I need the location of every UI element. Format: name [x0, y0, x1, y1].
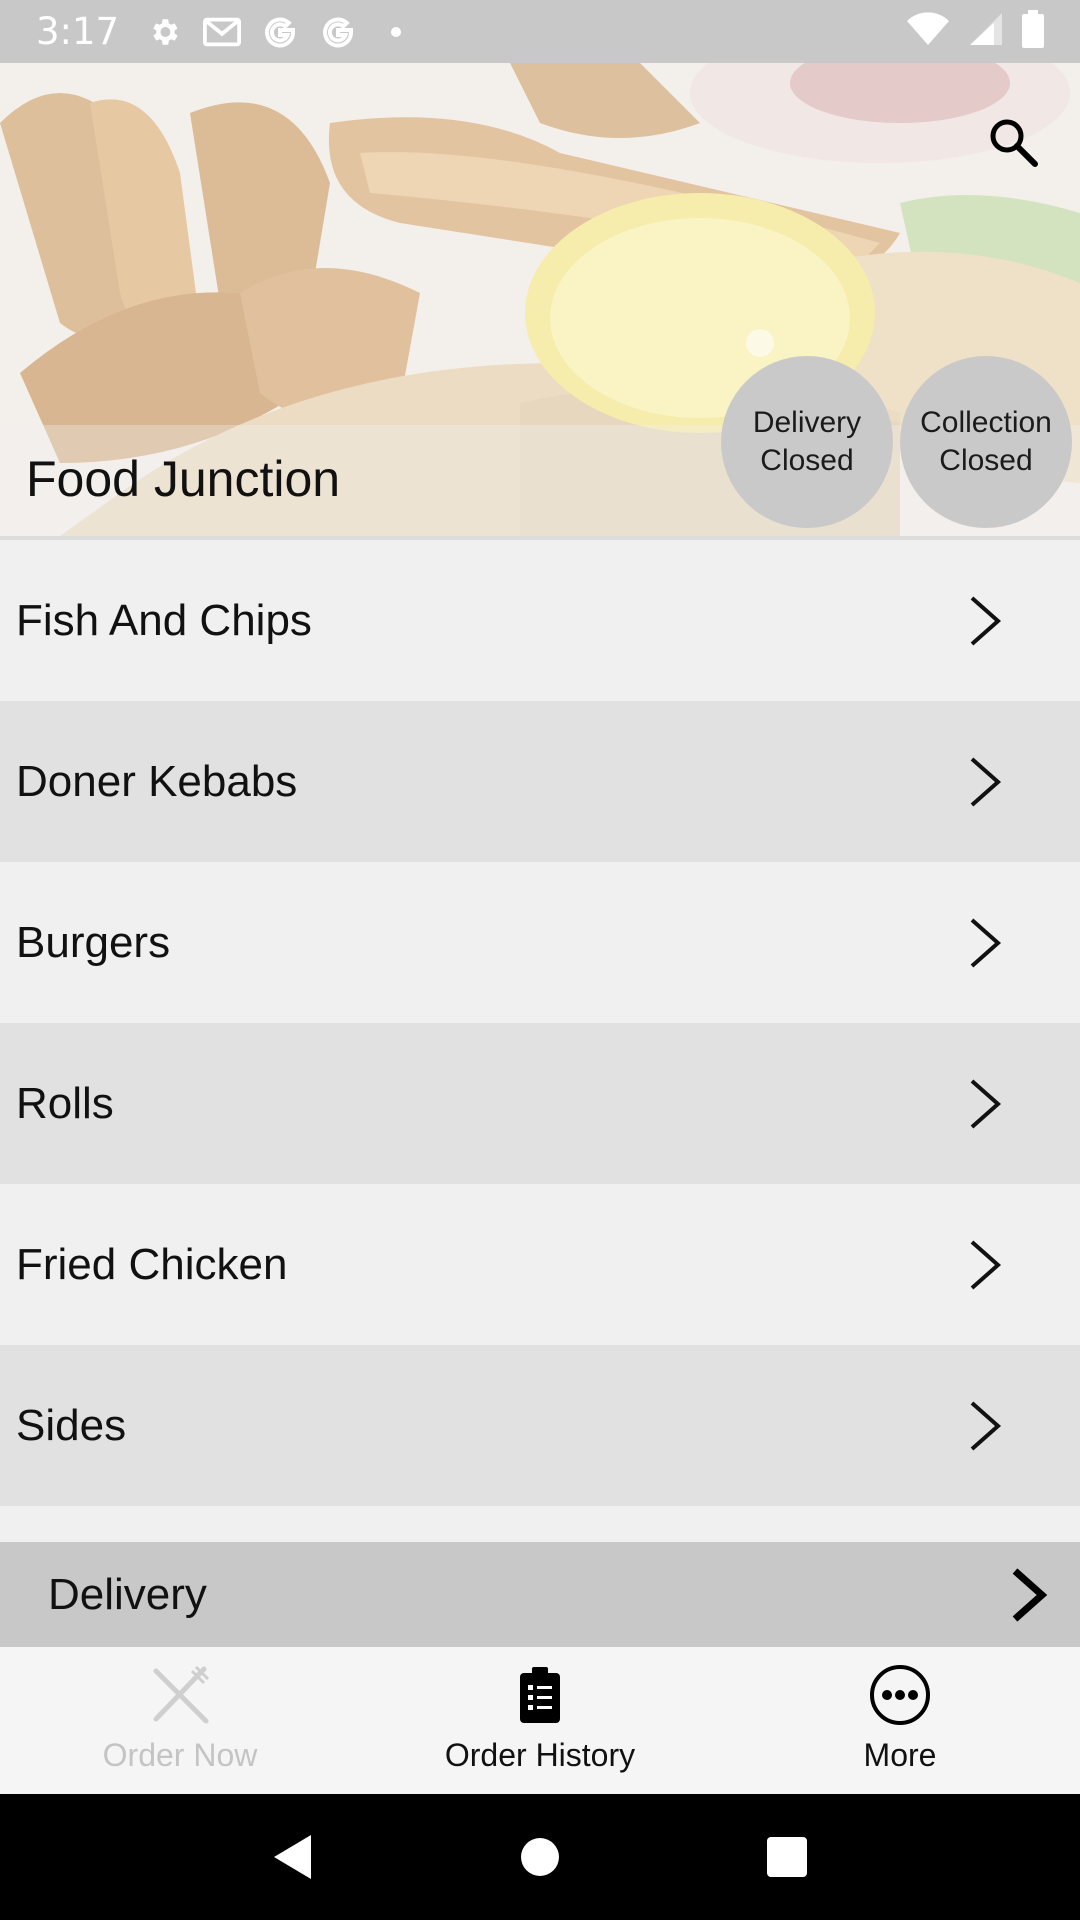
more-dots-icon	[868, 1663, 932, 1727]
delivery-status-line2: Closed	[760, 444, 854, 477]
cutlery-icon	[148, 1663, 212, 1727]
menu-category-label: Sides	[16, 1400, 127, 1450]
delivery-bar-label: Delivery	[48, 1569, 207, 1619]
nav-more[interactable]: More	[720, 1647, 1080, 1794]
menu-category-label: Rolls	[16, 1078, 114, 1128]
dot-icon	[377, 13, 415, 51]
recents-icon[interactable]	[757, 1827, 817, 1887]
nav-order-now-label: Order Now	[102, 1737, 258, 1773]
signal-icon	[968, 11, 1004, 52]
clipboard-list-icon	[508, 1663, 572, 1727]
chevron-right-icon	[970, 757, 1002, 806]
status-time: 3:17	[36, 10, 120, 53]
home-icon[interactable]	[510, 1827, 570, 1887]
chevron-right-icon	[970, 1401, 1002, 1450]
delivery-status-badge: Delivery Closed	[721, 356, 893, 528]
menu-category-burgers[interactable]: Burgers	[0, 862, 1080, 1023]
nav-order-history-label: Order History	[444, 1737, 636, 1773]
status-bar: 3:17	[0, 0, 1080, 63]
nav-more-label: More	[863, 1737, 937, 1773]
restaurant-name: Food Junction	[26, 451, 341, 507]
nav-order-now[interactable]: Order Now	[0, 1647, 360, 1794]
status-icons-right	[906, 10, 1044, 53]
chevron-right-icon	[970, 1240, 1002, 1289]
search-button[interactable]	[982, 111, 1044, 173]
delivery-status-line1: Delivery	[752, 406, 862, 439]
menu-category-label: Doner Kebabs	[16, 756, 298, 806]
google-icon	[319, 13, 357, 51]
google-icon	[261, 13, 299, 51]
delivery-checkout-bar[interactable]: Delivery	[0, 1542, 1080, 1647]
menu-category-fish-and-chips[interactable]: Fish And Chips	[0, 540, 1080, 701]
menu-category-rolls[interactable]: Rolls	[0, 1023, 1080, 1184]
back-icon[interactable]	[263, 1827, 323, 1887]
chevron-right-icon	[1012, 1567, 1048, 1622]
chevron-right-icon	[970, 918, 1002, 967]
wifi-icon	[906, 12, 950, 51]
menu-category-sides[interactable]: Sides	[0, 1345, 1080, 1506]
menu-category-label: Fish And Chips	[16, 595, 312, 645]
collection-status-line1: Collection	[920, 406, 1052, 439]
gmail-icon	[203, 13, 242, 51]
status-icons-left	[145, 13, 415, 51]
bottom-navigation: Order Now Order History More	[0, 1647, 1080, 1794]
hero-banner: Food Junction Delivery Closed Collection…	[0, 63, 1080, 536]
chevron-right-icon	[970, 1079, 1002, 1128]
menu-category-label: Burgers	[16, 917, 171, 967]
menu-category-list: Fish And Chips Doner Kebabs Burgers Roll…	[0, 540, 1080, 1506]
search-icon	[990, 119, 1038, 167]
collection-status-line2: Closed	[939, 444, 1033, 477]
menu-category-doner-kebabs[interactable]: Doner Kebabs	[0, 701, 1080, 862]
battery-icon	[1022, 10, 1044, 53]
list-spacer	[0, 1506, 1080, 1542]
settings-icon	[145, 13, 183, 51]
chevron-right-icon	[970, 596, 1002, 645]
system-navigation-bar	[0, 1794, 1080, 1920]
menu-category-fried-chicken[interactable]: Fried Chicken	[0, 1184, 1080, 1345]
collection-status-badge: Collection Closed	[900, 356, 1072, 528]
menu-category-label: Fried Chicken	[16, 1239, 288, 1289]
nav-order-history[interactable]: Order History	[360, 1647, 720, 1794]
